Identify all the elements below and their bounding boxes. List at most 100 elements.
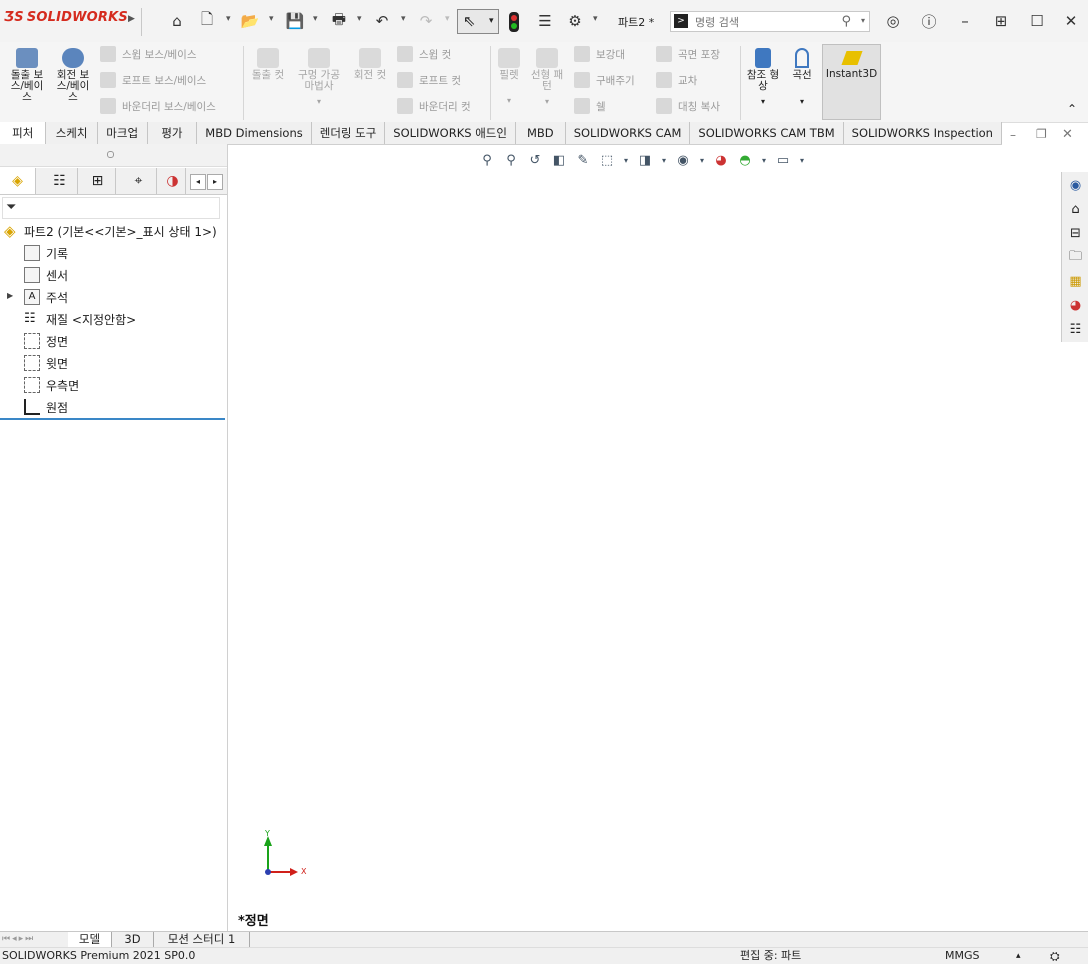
save-icon[interactable]: 💾 <box>284 11 306 31</box>
undo-dropdown-icon[interactable]: ▾ <box>401 14 406 24</box>
menu-expand-icon[interactable]: ▶ <box>128 14 135 24</box>
new-dropdown-icon[interactable]: ▾ <box>226 14 231 24</box>
status-notification-icon[interactable]: ⛭ <box>1050 948 1060 964</box>
tab-markup[interactable]: 마크업 <box>98 122 148 144</box>
swept-cut-button[interactable]: 스윕 컷 <box>397 46 451 62</box>
tree-root-part[interactable]: ◈ 파트2 (기본<<기본>_표시 상태 1>) <box>4 221 217 241</box>
view-settings-icon[interactable]: ▭ <box>774 151 792 169</box>
tab-3d-view[interactable]: 3D 뷰 <box>112 932 154 961</box>
property-manager-tab-icon[interactable]: ☷ <box>42 168 78 194</box>
search-dropdown-icon[interactable]: ▾ <box>861 16 865 25</box>
user-account-icon[interactable]: ◎ <box>882 11 904 31</box>
tree-filter-box[interactable]: ⏷ <box>2 197 220 219</box>
draft-button[interactable]: 구배주기 <box>574 72 635 88</box>
display-style-icon[interactable]: ◨ <box>636 151 654 169</box>
rollback-bar[interactable] <box>0 418 225 420</box>
tab-evaluate[interactable]: 평가 <box>148 122 198 144</box>
view-orientation-icon[interactable]: ⬚ <box>598 151 616 169</box>
linear-pattern-button[interactable]: 선형 패턴 ▾ <box>527 48 567 107</box>
tab-scroll-left-icon[interactable]: ◂ <box>190 174 206 190</box>
doc-restore-icon[interactable]: ❐ <box>1036 127 1047 141</box>
intersect-button[interactable]: 교차 <box>656 72 697 88</box>
units-dropdown-icon[interactable]: ▴ <box>1016 948 1021 964</box>
tree-item-right-plane[interactable]: 우측면 <box>24 375 79 395</box>
hide-show-dropdown-icon[interactable]: ▾ <box>698 151 706 169</box>
dynamic-annotation-icon[interactable]: ✎ <box>574 151 592 169</box>
zoom-to-area-icon[interactable]: ⚲ <box>502 151 520 169</box>
graphics-area[interactable] <box>228 145 1060 931</box>
doc-close-icon[interactable]: ✕ <box>1062 127 1073 142</box>
ref-geometry-dropdown-icon[interactable]: ▾ <box>744 96 782 107</box>
view-settings-dropdown-icon[interactable]: ▾ <box>798 151 806 169</box>
design-library-icon[interactable]: ⊟ <box>1066 224 1085 243</box>
rebuild-traffic-light-icon[interactable] <box>509 12 519 32</box>
display-style-dropdown-icon[interactable]: ▾ <box>660 151 668 169</box>
close-window-icon[interactable]: ✕ <box>1060 11 1082 31</box>
3dexperience-home-icon[interactable]: ⌂ <box>1066 200 1085 219</box>
tree-item-material[interactable]: ☷ 재질 <지정안함> <box>24 309 136 329</box>
tab-render-tools[interactable]: 렌더링 도구 <box>312 122 386 144</box>
scene-dropdown-icon[interactable]: ▾ <box>760 151 768 169</box>
tab-scroll-buttons-icon[interactable]: ⏮◂▸⏭ <box>2 934 35 944</box>
tree-item-origin[interactable]: 원점 <box>24 397 68 417</box>
previous-view-icon[interactable]: ↺ <box>526 151 544 169</box>
swept-boss-button[interactable]: 스윕 보스/베이스 <box>100 46 197 62</box>
tab-solidworks-inspection[interactable]: SOLIDWORKS Inspection <box>844 122 1002 144</box>
command-search-box[interactable]: > ⚲ ▾ <box>670 11 870 32</box>
view-orientation-dropdown-icon[interactable]: ▾ <box>622 151 630 169</box>
solidworks-resources-icon[interactable]: ◉ <box>1066 176 1085 195</box>
help-icon[interactable]: ⓘ <box>918 11 940 31</box>
appearances-icon[interactable]: ◕ <box>1066 296 1085 315</box>
rib-button[interactable]: 보강대 <box>574 46 625 62</box>
instant3d-button[interactable]: Instant3D <box>822 44 881 120</box>
reference-geometry-button[interactable]: 참조 형상 ▾ <box>744 48 782 107</box>
feature-manager-tab-icon[interactable]: ◈ <box>0 168 36 194</box>
panel-splitter-handle[interactable] <box>107 151 114 158</box>
custom-properties-icon[interactable]: ☷ <box>1066 320 1085 339</box>
tree-item-history[interactable]: 기록 <box>24 243 68 263</box>
tree-item-front-plane[interactable]: 정면 <box>24 331 68 351</box>
search-icon[interactable]: ⚲ <box>841 14 851 29</box>
redo-icon[interactable]: ↷ <box>415 11 437 31</box>
print-dropdown-icon[interactable]: ▾ <box>357 14 362 24</box>
apply-scene-icon[interactable]: ◓ <box>736 151 754 169</box>
hole-wizard-button[interactable]: 구멍 가공 마법사 ▾ <box>294 48 344 107</box>
tab-solidworks-addins[interactable]: SOLIDWORKS 애드인 <box>385 122 516 144</box>
fillet-button[interactable]: 필렛 ▾ <box>494 48 524 106</box>
curves-button[interactable]: 곡선 ▾ <box>786 48 818 107</box>
pattern-dropdown-icon[interactable]: ▾ <box>527 96 567 107</box>
file-properties-icon[interactable]: ☰ <box>534 11 556 31</box>
display-manager-tab-icon[interactable]: ◑ <box>160 168 186 194</box>
redo-dropdown-icon[interactable]: ▾ <box>445 14 450 24</box>
wrap-button[interactable]: 곡면 포장 <box>656 46 720 62</box>
fillet-dropdown-icon[interactable]: ▾ <box>494 95 524 106</box>
tab-solidworks-cam-tbm[interactable]: SOLIDWORKS CAM TBM <box>690 122 844 144</box>
solidworks-logo[interactable]: ƷS SOLIDWORKS <box>4 10 128 25</box>
hide-show-items-icon[interactable]: ◉ <box>674 151 692 169</box>
revolved-cut-button[interactable]: 회전 컷 <box>350 48 390 81</box>
unit-system-selector[interactable]: MMGS <box>945 948 980 964</box>
search-input[interactable] <box>693 13 847 32</box>
section-view-icon[interactable]: ◧ <box>550 151 568 169</box>
maximize-window-icon[interactable]: ☐ <box>1026 11 1048 31</box>
print-icon[interactable]: 🖶 <box>328 10 350 31</box>
dimxpert-manager-tab-icon[interactable]: ⌖ <box>121 168 157 194</box>
save-dropdown-icon[interactable]: ▾ <box>313 14 318 24</box>
tab-mbd-dimensions[interactable]: MBD Dimensions <box>197 122 312 144</box>
new-document-icon[interactable]: 🗋 <box>196 10 218 31</box>
home-icon[interactable]: ⌂ <box>166 11 188 31</box>
tab-motion-study[interactable]: 모션 스터디 1 <box>154 932 250 948</box>
extruded-boss-button[interactable]: 돌출 보스/베이스 <box>6 48 48 103</box>
boundary-boss-button[interactable]: 바운더리 보스/베이스 <box>100 98 216 114</box>
doc-minimize-icon[interactable]: – <box>1010 128 1016 142</box>
lofted-cut-button[interactable]: 로프트 컷 <box>397 72 461 88</box>
extruded-cut-button[interactable]: 돌출 컷 <box>248 48 288 81</box>
select-tool-button[interactable]: ⇖ ▾ <box>457 9 499 34</box>
tile-window-icon[interactable]: ⊞ <box>990 11 1012 31</box>
revolved-boss-button[interactable]: 회전 보스/베이스 <box>52 48 94 103</box>
zoom-to-fit-icon[interactable]: ⚲ <box>478 151 496 169</box>
mirror-button[interactable]: 대칭 복사 <box>656 98 720 114</box>
shell-button[interactable]: 쉘 <box>574 98 606 114</box>
configuration-manager-tab-icon[interactable]: ⊞ <box>80 168 116 194</box>
tree-item-top-plane[interactable]: 윗면 <box>24 353 68 373</box>
